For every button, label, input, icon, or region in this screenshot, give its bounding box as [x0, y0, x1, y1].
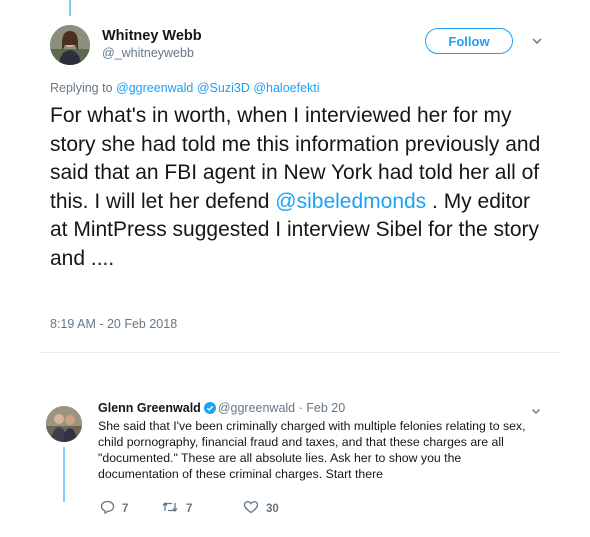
replying-to-prefix: Replying to	[50, 81, 113, 95]
reply-header: Glenn Greenwald @ggreenwald · Feb 20	[98, 401, 345, 415]
reply-text: She said that I've been criminally charg…	[98, 419, 526, 481]
mention-link[interactable]: @sibeledmonds	[275, 190, 426, 213]
reply-button[interactable]: 7	[100, 500, 128, 517]
author-handle[interactable]: @ggreenwald	[218, 401, 295, 415]
author-name[interactable]: Whitney Webb	[102, 28, 202, 44]
like-button[interactable]: 30	[243, 500, 279, 517]
chevron-down-icon[interactable]	[530, 34, 544, 48]
thread-connector	[63, 447, 65, 502]
mention-link[interactable]: @haloefekti	[253, 81, 319, 95]
retweet-icon	[161, 500, 186, 517]
avatar[interactable]	[46, 406, 82, 442]
mention-link[interactable]: @Suzi3D	[197, 81, 250, 95]
mention-link[interactable]: @ggreenwald	[116, 81, 193, 95]
author-name[interactable]: Glenn Greenwald	[98, 401, 201, 415]
avatar[interactable]	[50, 25, 90, 65]
tweet-text: For what's in worth, when I interviewed …	[50, 102, 550, 273]
author-handle[interactable]: @_whitneywebb	[102, 46, 194, 60]
heart-icon	[243, 500, 266, 517]
thread-connector	[69, 0, 71, 16]
replying-to: Replying to @ggreenwald @Suzi3D @haloefe…	[50, 81, 320, 95]
retweet-button[interactable]: 7	[161, 500, 192, 517]
like-count: 30	[266, 502, 279, 515]
divider	[40, 352, 560, 353]
reply-count: 7	[122, 502, 129, 515]
tweet-timestamp[interactable]: 8:19 AM - 20 Feb 2018	[50, 317, 177, 331]
reply-icon	[100, 500, 122, 517]
follow-button[interactable]: Follow	[425, 28, 513, 54]
retweet-count: 7	[186, 502, 193, 515]
verified-badge-icon	[203, 402, 216, 414]
chevron-down-icon[interactable]	[530, 404, 542, 416]
tweet-date[interactable]: · Feb 20	[299, 401, 346, 415]
